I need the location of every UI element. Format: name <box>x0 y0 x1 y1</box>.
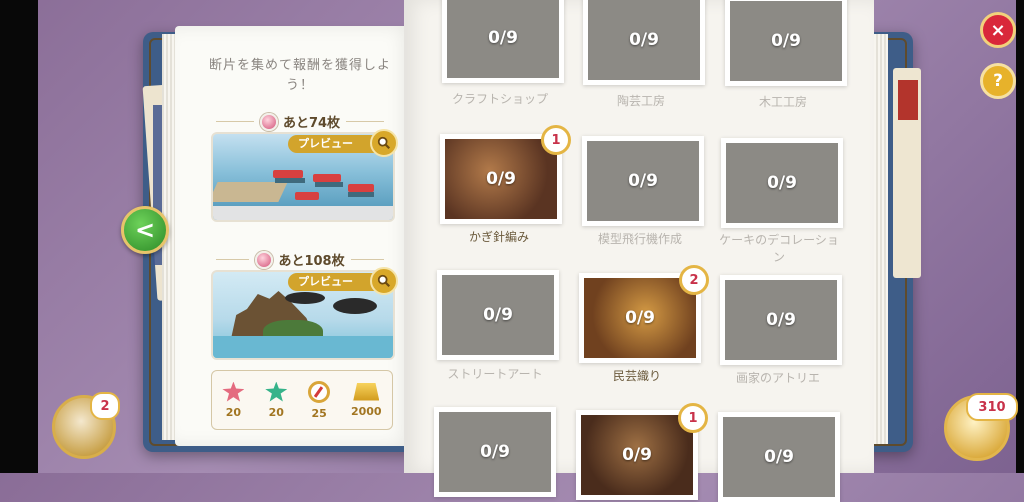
reward-item: 25 <box>308 380 331 420</box>
reward-item: 2000 <box>351 382 382 418</box>
collection-card-pottery[interactable]: 0/9 <box>583 0 705 85</box>
reward2-remaining: あと108枚 <box>210 250 390 269</box>
collection-card[interactable]: 0/9 <box>434 407 556 497</box>
card-progress: 0/9 <box>587 141 699 221</box>
pieces-count-badge: 310 <box>966 393 1018 421</box>
collection-card-cake-decoration[interactable]: 0/9 <box>721 138 843 228</box>
collection-card-model-plane[interactable]: 0/9 <box>582 136 704 226</box>
card-label: クラフトショップ <box>451 92 548 106</box>
question-icon: ? <box>993 71 1003 91</box>
gem-icon <box>255 250 274 269</box>
card-label: ストリートアート <box>447 367 543 381</box>
reward1-remaining: あと74枚 <box>210 112 390 131</box>
card-progress: 0/9 <box>723 417 835 497</box>
card-progress: 0/9 <box>439 412 551 492</box>
collection-card-woodwork[interactable]: 0/9 <box>725 0 847 86</box>
reward-items: 20 20 25 2000 <box>211 370 393 430</box>
gem-icon <box>259 112 278 131</box>
help-button[interactable]: ? <box>980 63 1016 99</box>
search-icon[interactable] <box>370 129 398 157</box>
screen-edge-left <box>0 0 38 473</box>
collection-card-craft-shop[interactable]: 0/9 <box>442 0 564 83</box>
reward2-preview-badge[interactable]: プレビュー <box>288 273 379 291</box>
new-piece-badge: 1 <box>541 125 571 155</box>
collection-card[interactable]: 0/9 <box>718 412 840 502</box>
page-stack-right <box>872 34 888 444</box>
search-icon[interactable] <box>370 267 398 295</box>
card-label: 民芸織り <box>612 369 661 383</box>
new-piece-badge: 2 <box>679 265 709 295</box>
reward-item: 20 <box>265 381 288 419</box>
card-label: ケーキのデコレーション <box>719 233 839 264</box>
card-progress: 0/9 <box>730 1 842 81</box>
album-count-badge: 2 <box>90 392 120 420</box>
card-label: 陶芸工房 <box>616 94 665 108</box>
card-label: 画家のアトリエ <box>735 371 820 385</box>
card-progress: 0/9 <box>584 278 696 358</box>
card-progress: 0/9 <box>726 143 838 223</box>
gold-bars-icon <box>353 382 380 401</box>
card-progress: 0/9 <box>725 280 837 360</box>
close-icon: × <box>990 19 1006 41</box>
compass-icon <box>308 380 331 403</box>
card-progress: 0/9 <box>445 139 557 219</box>
card-progress: 0/9 <box>447 0 559 78</box>
card-label: かぎ針編み <box>468 230 529 244</box>
back-button[interactable]: < <box>121 206 169 254</box>
card-progress: 0/9 <box>581 415 693 495</box>
green-star-icon <box>265 381 288 402</box>
card-progress: 0/9 <box>442 275 554 355</box>
card-label: 木工工房 <box>758 95 807 109</box>
new-piece-badge: 1 <box>678 403 708 433</box>
chevron-left-icon: < <box>134 216 156 244</box>
card-progress: 0/9 <box>588 0 700 80</box>
card-label: 模型飛行機作成 <box>597 232 682 246</box>
reward-item: 20 <box>222 381 245 419</box>
pink-star-icon <box>222 381 245 402</box>
decorative-stamp-right <box>898 80 918 120</box>
collection-card-street-art[interactable]: 0/9 <box>437 270 559 360</box>
close-button[interactable]: × <box>980 12 1016 48</box>
collection-card-painters-studio[interactable]: 0/9 <box>720 275 842 365</box>
page-title: 断片を集めて報酬を獲得しよう！ <box>208 58 391 93</box>
reward1-preview-badge[interactable]: プレビュー <box>288 135 379 153</box>
